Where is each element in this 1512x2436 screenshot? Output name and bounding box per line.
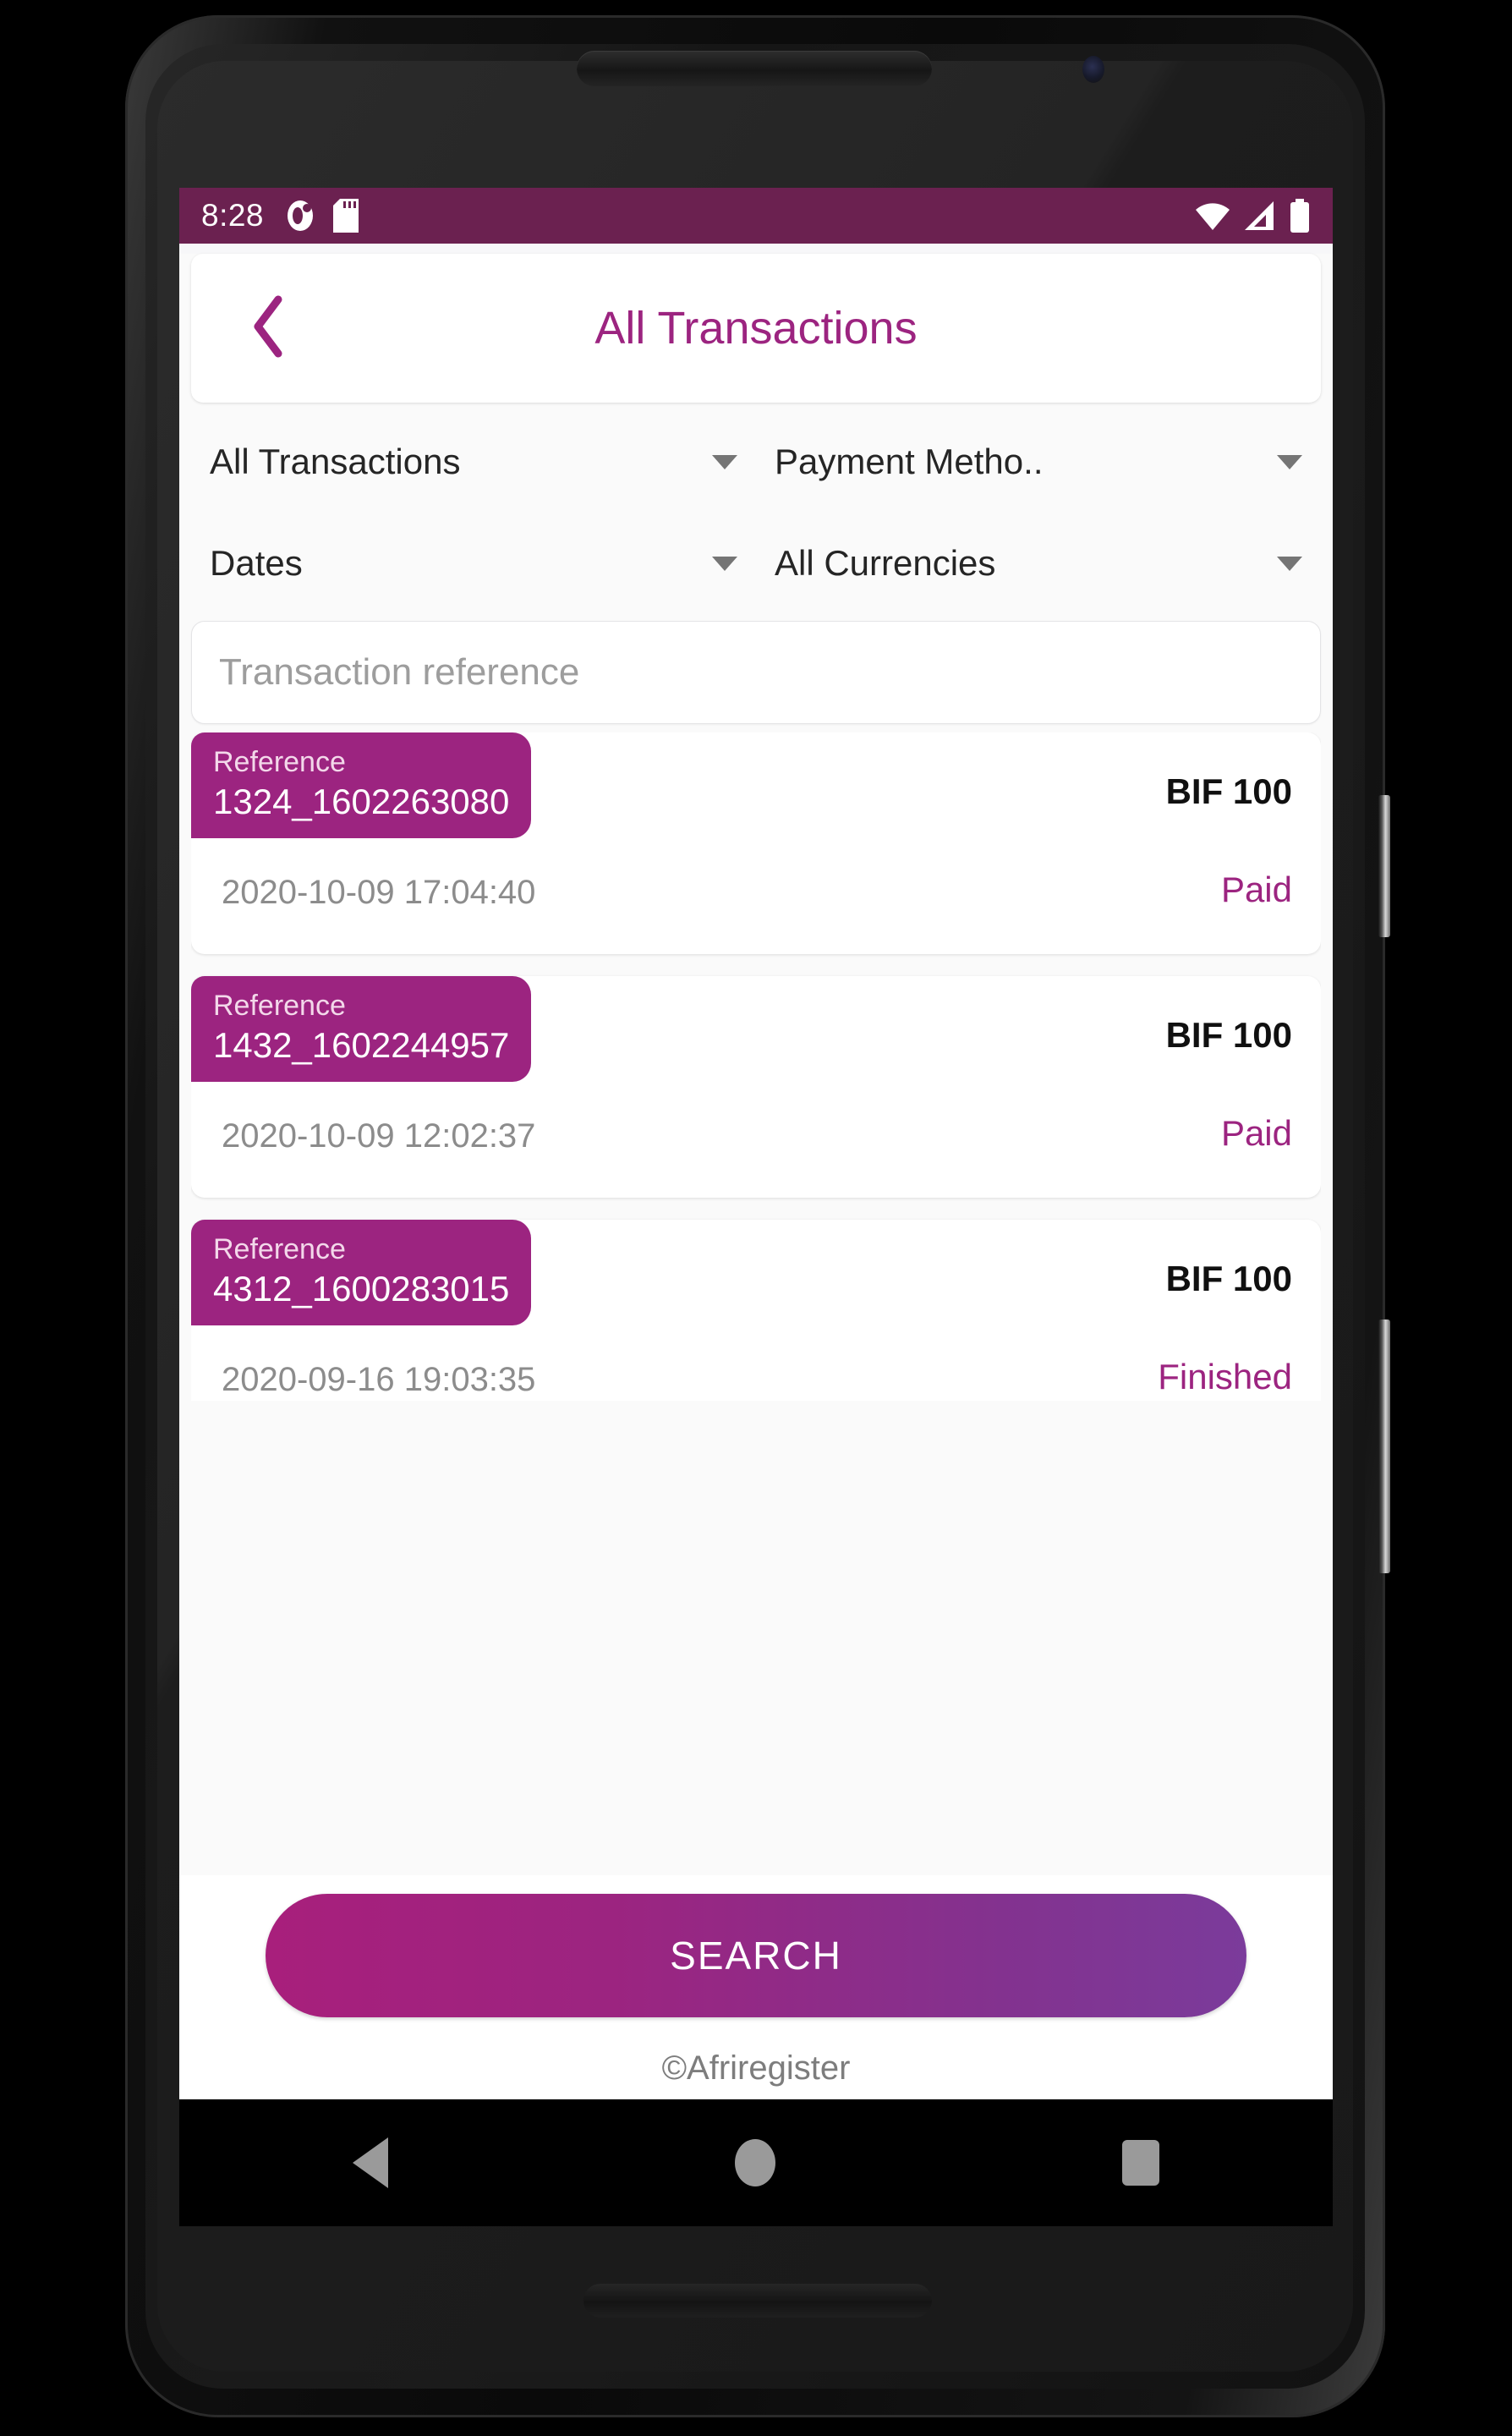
- dropdown-currency[interactable]: All Currencies: [756, 513, 1321, 614]
- reference-badge: Reference 4312_1600283015: [191, 1220, 532, 1325]
- reference-badge: Reference 1432_1602244957: [191, 976, 532, 1082]
- reference-label: Reference: [213, 990, 346, 1022]
- app-content: All Transactions All Transactions Paymen…: [179, 254, 1333, 2099]
- chevron-down-icon: [1277, 454, 1302, 469]
- status-bar: 8:28: [179, 188, 1333, 244]
- sd-card-icon: [333, 199, 359, 233]
- transaction-list[interactable]: Reference 1324_1602263080 BIF 100 2020-1…: [191, 732, 1321, 1401]
- phone-screen: 8:28 All Transactions All Transactions P…: [179, 188, 1333, 2099]
- battery-icon: [1289, 199, 1311, 233]
- dropdown-transaction-type-label: All Transactions: [210, 442, 461, 481]
- dropdown-payment-method-label: Payment Metho..: [775, 442, 1044, 481]
- transaction-card[interactable]: Reference 1324_1602263080 BIF 100 2020-1…: [191, 732, 1321, 954]
- back-button[interactable]: [222, 282, 315, 375]
- filters-section: All Transactions Payment Metho.. Dates A…: [179, 403, 1333, 614]
- earpiece-speaker: [577, 51, 932, 86]
- status-badge: Finished: [1158, 1357, 1292, 1396]
- android-navigation-bar: [179, 2099, 1333, 2226]
- dropdown-dates-label: Dates: [210, 543, 303, 583]
- transaction-amount: BIF 100: [1165, 771, 1292, 811]
- status-badge: Paid: [1220, 1113, 1292, 1153]
- square-recents-icon[interactable]: [1122, 2140, 1159, 2186]
- power-button[interactable]: [1378, 1320, 1390, 1573]
- chevron-down-icon: [712, 454, 737, 469]
- filter-row-1: All Transactions Payment Metho..: [191, 411, 1321, 513]
- triangle-back-icon[interactable]: [353, 2137, 388, 2188]
- cellular-signal-icon: [1243, 200, 1277, 232]
- transaction-amount: BIF 100: [1165, 1259, 1292, 1298]
- search-button[interactable]: SEARCH: [266, 1894, 1246, 2017]
- dropdown-dates[interactable]: Dates: [191, 513, 756, 614]
- circle-home-icon[interactable]: [735, 2139, 775, 2186]
- reference-value: 4312_1600283015: [213, 1269, 510, 1309]
- dropdown-transaction-type[interactable]: All Transactions: [191, 411, 756, 513]
- wifi-icon: [1194, 200, 1231, 232]
- notification-icon: [286, 199, 315, 233]
- reference-value: 1432_1602244957: [213, 1025, 510, 1066]
- transaction-card[interactable]: Reference 4312_1600283015 BIF 100 2020-0…: [191, 1220, 1321, 1401]
- status-bar-right-icons: [1194, 199, 1311, 233]
- filter-row-2: Dates All Currencies: [191, 513, 1321, 614]
- transaction-datetime: 2020-10-09 12:02:37: [222, 1117, 536, 1155]
- front-camera-icon: [1082, 56, 1104, 83]
- search-field-wrapper[interactable]: [191, 621, 1321, 724]
- chevron-down-icon: [1277, 556, 1302, 571]
- app-bar: All Transactions: [191, 254, 1321, 403]
- status-bar-clock: 8:28: [201, 198, 265, 233]
- chevron-down-icon: [712, 556, 737, 571]
- transaction-card[interactable]: Reference 1432_1602244957 BIF 100 2020-1…: [191, 976, 1321, 1198]
- dropdown-payment-method[interactable]: Payment Metho..: [756, 411, 1321, 513]
- dropdown-currency-label: All Currencies: [775, 543, 996, 583]
- chevron-left-icon: [248, 294, 288, 363]
- transaction-reference-input[interactable]: [217, 650, 1295, 694]
- footer: SEARCH ©Afriregister: [179, 1875, 1333, 2099]
- copyright-text: ©Afriregister: [661, 2049, 851, 2087]
- reference-label: Reference: [213, 1233, 346, 1265]
- transaction-amount: BIF 100: [1165, 1015, 1292, 1055]
- page-title: All Transactions: [594, 303, 918, 354]
- reference-value: 1324_1602263080: [213, 782, 510, 822]
- reference-badge: Reference 1324_1602263080: [191, 732, 532, 838]
- transaction-datetime: 2020-09-16 19:03:35: [222, 1361, 536, 1398]
- reference-label: Reference: [213, 746, 346, 778]
- status-badge: Paid: [1220, 870, 1292, 909]
- volume-button[interactable]: [1378, 795, 1390, 937]
- transaction-datetime: 2020-10-09 17:04:40: [222, 874, 536, 911]
- status-bar-left-icons: [286, 199, 359, 233]
- bottom-speaker: [583, 2284, 932, 2318]
